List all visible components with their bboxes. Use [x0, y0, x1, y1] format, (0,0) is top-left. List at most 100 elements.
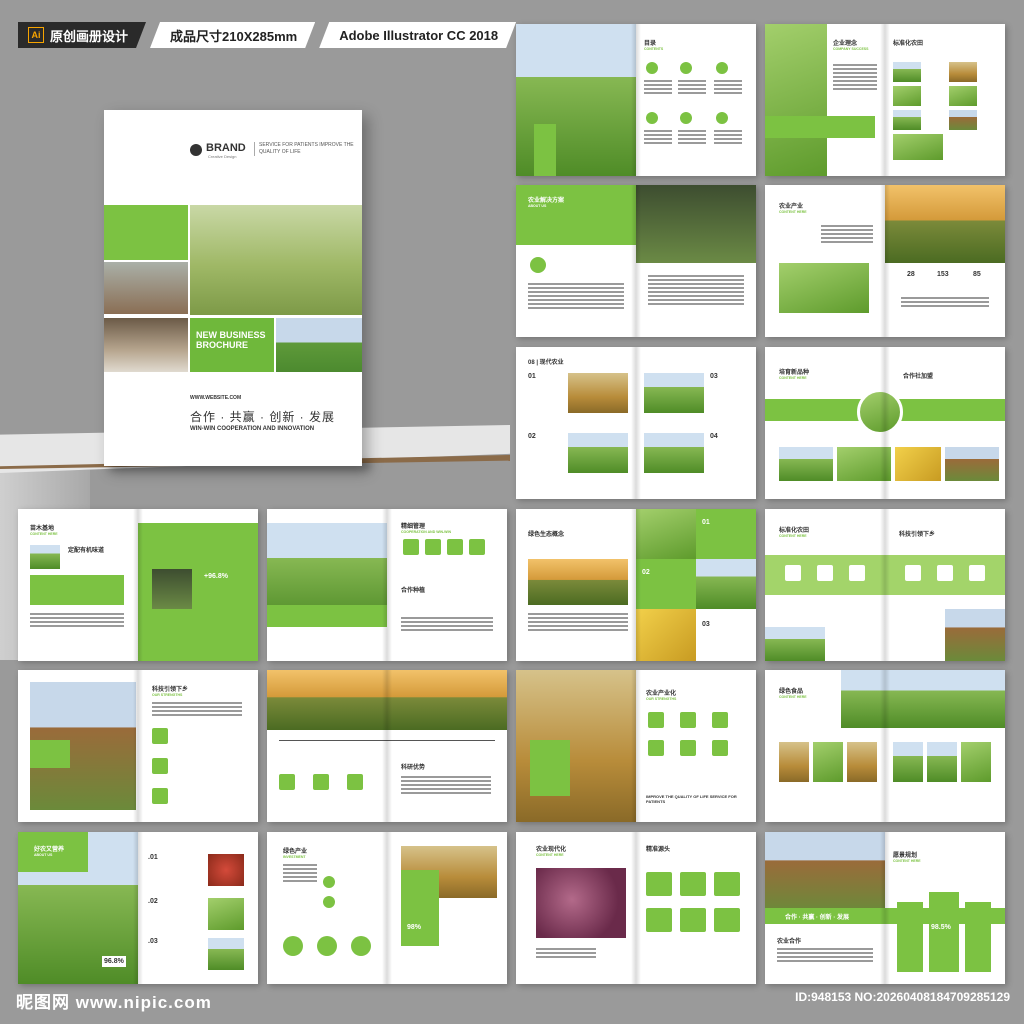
- section-number: .02: [148, 898, 158, 905]
- spread-photo: [636, 609, 696, 661]
- spread-photo: [847, 742, 877, 782]
- stat-number: 98.5%: [931, 924, 951, 931]
- grape-photo: [536, 868, 626, 938]
- cover-slogan: SERVICE FOR PATIENTS IMPROVE THE QUALITY…: [254, 142, 354, 156]
- badge-icon: [530, 257, 546, 273]
- stat-number: 85: [973, 271, 981, 278]
- spread-photo: [528, 559, 628, 605]
- spread-photo: [949, 62, 977, 82]
- green-band: [765, 399, 1005, 421]
- feature-icon: [648, 740, 664, 756]
- page-title-2: 农业合作: [777, 939, 802, 945]
- feature-icon: [152, 758, 168, 774]
- page-title-2: 合作种植: [401, 588, 426, 594]
- page-title: 愿景规划 CONTENT HERE: [893, 853, 921, 863]
- spread-photo: [895, 447, 941, 481]
- spread-photo: [779, 263, 869, 313]
- text-lines: [401, 776, 491, 796]
- hexagon-icon: [425, 539, 441, 555]
- feature-icon: [714, 908, 740, 932]
- text-lines: [678, 130, 706, 146]
- brochure-cover: BRAND Creative Design SERVICE FOR PATIEN…: [104, 110, 362, 466]
- spread-contents: 目录 CONTENTS: [516, 24, 756, 176]
- page-title: 农业产业 CONTENT HERE: [779, 204, 807, 214]
- page-title: 好农又营养 ABOUT US: [34, 847, 65, 857]
- spread-standard-field: 标准化农田 CONTENT HERE 科技引领下乡: [765, 509, 1005, 661]
- spread-photo: [568, 373, 628, 413]
- stat-number: 98%: [407, 924, 422, 931]
- banner-size-tag: 成品尺寸210X285mm: [150, 22, 315, 48]
- feature-icon: [283, 936, 303, 956]
- spread-ecology: 绿色生态概念 01 02 03: [516, 509, 756, 661]
- feature-icon: [152, 788, 168, 804]
- feature-icon: [712, 712, 728, 728]
- spread-tech: 科技引领下乡 OUR STRENGTHS: [18, 670, 258, 822]
- page-title: 绿色产业 INVESTMENT: [283, 849, 308, 859]
- green-block: [534, 124, 556, 176]
- hexagon-icon: [849, 565, 865, 581]
- text-lines: [777, 948, 873, 964]
- text-lines: [901, 297, 989, 309]
- spread-photo: [644, 373, 704, 413]
- spread-photo: [765, 627, 825, 661]
- text-lines: [821, 225, 873, 245]
- text-lines: [528, 613, 628, 633]
- hexagon-icon: [785, 565, 801, 581]
- text-lines: [152, 702, 242, 718]
- image-id: ID:948153 NO:20260408184709285129: [795, 990, 1010, 1004]
- green-block: [530, 740, 570, 796]
- stat-number: 28: [907, 271, 915, 278]
- feature-icon: [680, 872, 706, 896]
- feature-icon: [648, 712, 664, 728]
- spread-photo: [893, 134, 943, 160]
- section-number: 04: [710, 433, 718, 440]
- section-number: 03: [710, 373, 718, 380]
- band-slogan: 合作 · 共赢 · 创新 · 发展: [785, 915, 849, 921]
- spread-photo: [893, 86, 921, 106]
- page-title: 农业产业化 OUR STRENGTHS: [646, 691, 677, 701]
- page-title: 标准化农田 CONTENT HERE: [779, 528, 810, 538]
- feature-icon: [351, 936, 371, 956]
- green-block: [765, 116, 875, 138]
- stat-number: 153: [937, 271, 949, 278]
- feature-icon: [317, 936, 337, 956]
- page-title: 企业理念 COMPANY SUCCESS: [833, 41, 869, 51]
- spread-photo: [949, 86, 977, 106]
- section-number: .03: [148, 938, 158, 945]
- page-title: 精细管理 COOPERATION AND WIN-WIN: [401, 524, 451, 534]
- spread-vision: 合作 · 共赢 · 创新 · 发展 农业合作 愿景规划 CONTENT HERE …: [765, 832, 1005, 984]
- green-block: [636, 559, 696, 609]
- feature-icon: [646, 908, 672, 932]
- feature-icon: [152, 728, 168, 744]
- site-watermark: 昵图网 www.nipic.com: [16, 993, 212, 1012]
- hexagon-icon: [469, 539, 485, 555]
- brand-name: BRAND: [206, 142, 246, 154]
- leaf-icon: [646, 62, 658, 74]
- spread-photo: [813, 742, 843, 782]
- spread-photo: [696, 559, 756, 609]
- feature-icon: [646, 872, 672, 896]
- spread-nursery: 苗木基地 CONTENT HERE 定配有机味道 +96.8%: [18, 509, 258, 661]
- landscape-photo: [276, 318, 362, 372]
- cover-website: WWW.WEBSITE.COM: [190, 395, 242, 401]
- brand-logo-icon: [190, 144, 202, 156]
- spread-photo: [152, 569, 192, 609]
- spread-photo: [779, 447, 833, 481]
- text-lines: [283, 864, 317, 884]
- spread-photo: [885, 185, 1005, 263]
- spread-photo: [893, 742, 923, 782]
- text-lines: [644, 130, 672, 146]
- green-block: [30, 740, 70, 768]
- illustrator-icon: Ai: [28, 27, 44, 43]
- feature-icon: [347, 774, 363, 790]
- feature-icon: [323, 876, 335, 888]
- hexagon-icon: [817, 565, 833, 581]
- text-lines: [644, 80, 672, 96]
- banner-title-tag: Ai 原创画册设计: [18, 22, 146, 48]
- spread-photo: [779, 742, 809, 782]
- page-title-2: 合作社加盟: [903, 374, 934, 380]
- page-title: 农业现代化 CONTENT HERE: [536, 847, 567, 857]
- feature-icon: [323, 896, 335, 908]
- spread-photo: [893, 110, 921, 130]
- page-title: 科研优势: [401, 765, 426, 771]
